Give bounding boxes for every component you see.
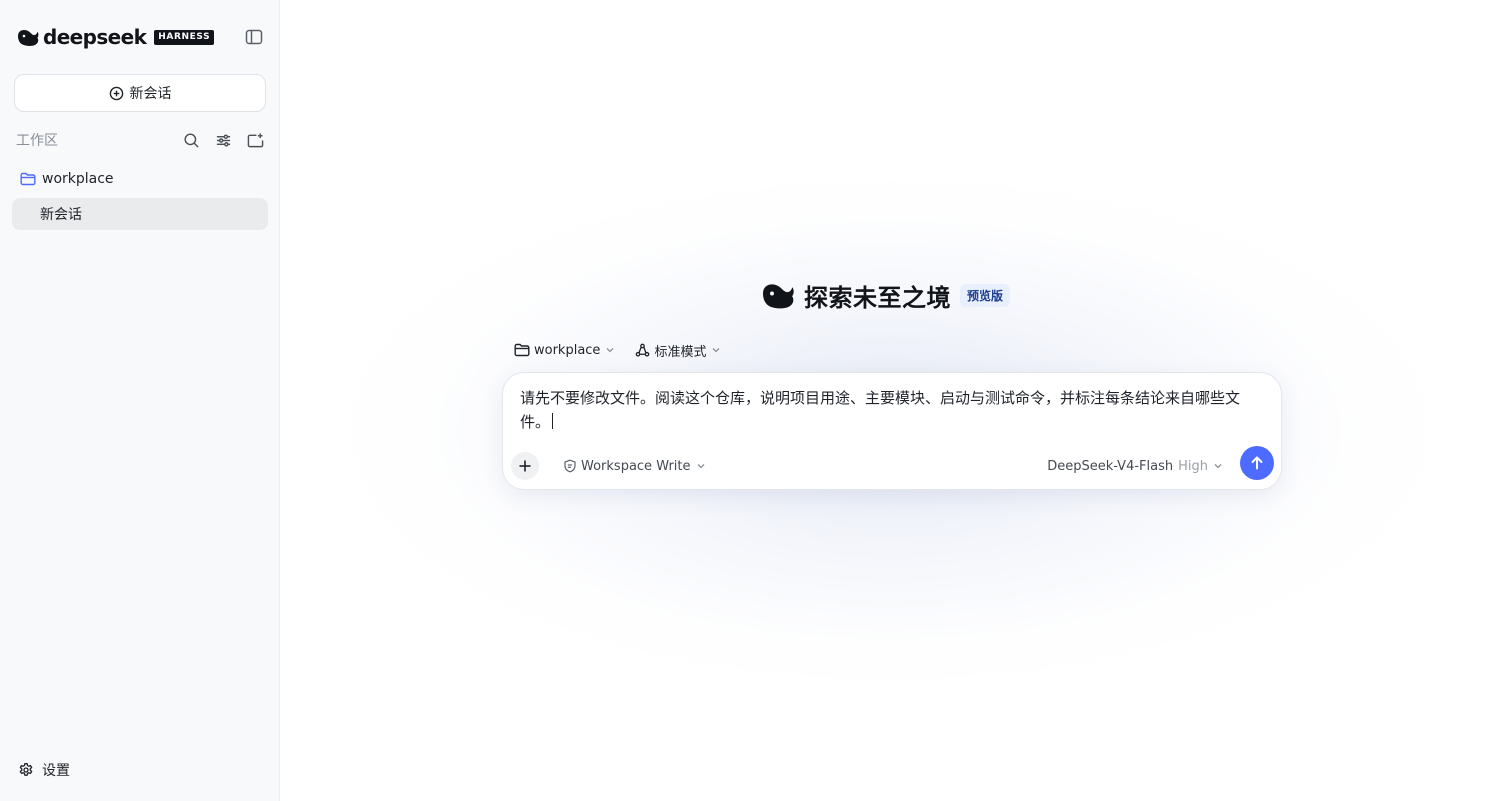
new-chat-button[interactable]: 新会话 <box>14 74 266 112</box>
deepseek-whale-icon <box>18 29 39 46</box>
search-button[interactable] <box>180 129 202 151</box>
main-panel: 探索未至之境 预览版 workplace 标准模式 请先不要修改文件。阅读这个仓… <box>280 0 1512 801</box>
new-folder-button[interactable] <box>244 129 266 151</box>
model-selector[interactable]: DeepSeek-V4-Flash High <box>1047 457 1223 475</box>
sidebar: deepseek HARNESS 新会话 工作区 workplace 新会话 设… <box>0 0 280 801</box>
brand-logo[interactable]: deepseek HARNESS <box>16 25 215 49</box>
send-button[interactable] <box>1240 446 1274 480</box>
deepseek-whale-icon <box>763 284 794 309</box>
mode-selector[interactable]: 标准模式 <box>635 341 721 360</box>
workspace-header: 工作区 <box>16 128 266 152</box>
workspace-tools <box>170 129 266 151</box>
shield-icon <box>564 459 576 473</box>
hero: 探索未至之境 预览版 <box>760 278 1011 312</box>
context-selectors: workplace 标准模式 <box>514 339 741 361</box>
search-icon <box>183 132 199 148</box>
message-text: 请先不要修改文件。阅读这个仓库，说明项目用途、主要模块、启动与测试命令，并标注每… <box>520 389 1241 431</box>
settings-button[interactable]: 设置 <box>18 759 70 781</box>
text-caret <box>552 413 554 429</box>
filter-button[interactable] <box>212 129 234 151</box>
session-title: 新会话 <box>40 207 82 223</box>
chevron-down-icon <box>1214 464 1222 469</box>
brand-name: deepseek <box>43 25 147 49</box>
model-name: DeepSeek-V4-Flash <box>1047 458 1174 474</box>
new-folder-icon <box>247 132 263 147</box>
folder-icon <box>514 343 530 357</box>
permission-label: Workspace Write <box>581 458 691 474</box>
attach-button[interactable] <box>511 452 539 480</box>
plus-circle-icon <box>109 86 123 100</box>
brand-badge: HARNESS <box>154 29 215 45</box>
folder-workplace[interactable]: workplace <box>20 168 114 190</box>
chevron-down-icon <box>697 464 704 469</box>
settings-label: 设置 <box>42 763 70 779</box>
workspace-label: 工作区 <box>16 133 58 149</box>
mode-selector-label: 标准模式 <box>654 344 707 360</box>
sidebar-toggle-button[interactable] <box>243 26 265 48</box>
chevron-down-icon <box>606 348 614 353</box>
permission-selector[interactable]: Workspace Write <box>563 457 706 475</box>
plus-icon <box>519 460 531 472</box>
session-item[interactable]: 新会话 <box>12 198 268 230</box>
folder-icon <box>20 172 36 186</box>
message-composer: 请先不要修改文件。阅读这个仓库，说明项目用途、主要模块、启动与测试命令，并标注每… <box>502 372 1282 490</box>
folder-selector[interactable]: workplace <box>514 343 615 358</box>
message-input[interactable]: 请先不要修改文件。阅读这个仓库，说明项目用途、主要模块、启动与测试命令，并标注每… <box>520 386 1266 434</box>
arrow-up-icon <box>1251 456 1263 470</box>
filter-icon <box>216 134 230 146</box>
reasoning-level: High <box>1178 458 1208 474</box>
mode-icon <box>636 343 650 357</box>
sidebar-toggle-icon <box>245 29 263 45</box>
gear-icon <box>19 763 33 776</box>
folder-name: workplace <box>42 171 114 187</box>
preview-badge: 预览版 <box>960 283 1011 307</box>
new-chat-label: 新会话 <box>129 86 172 102</box>
folder-selector-label: workplace <box>534 342 601 358</box>
chevron-down-icon <box>712 348 720 353</box>
hero-title: 探索未至之境 <box>804 283 951 312</box>
